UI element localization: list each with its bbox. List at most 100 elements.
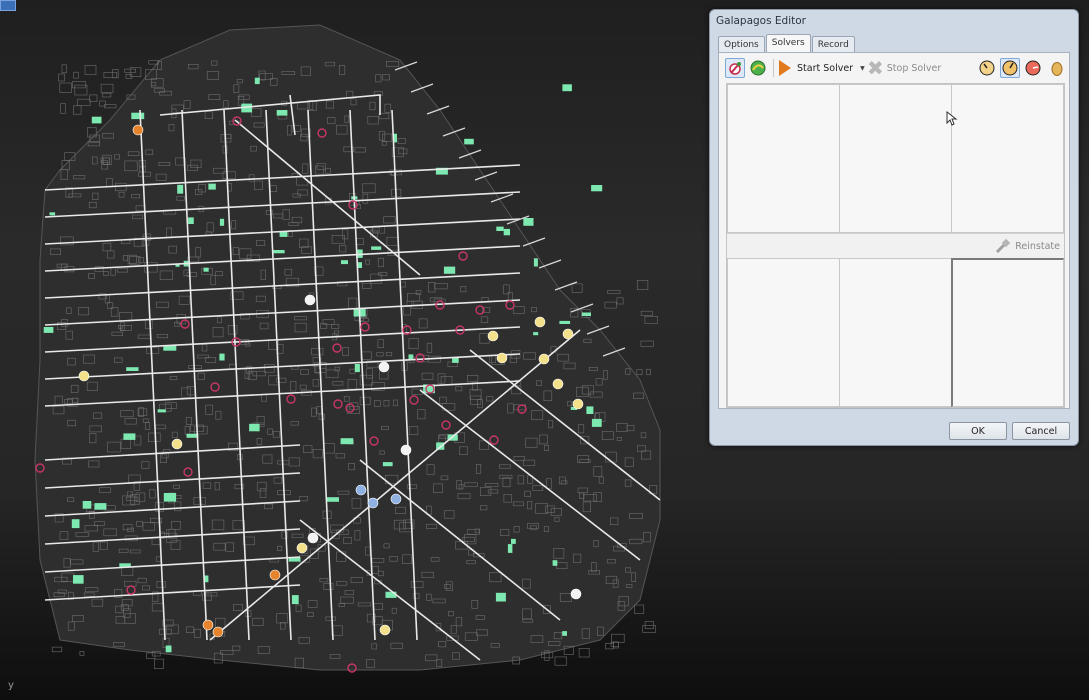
tab-solvers[interactable]: Solvers: [765, 34, 811, 53]
park-area: [291, 595, 299, 605]
view-dial-button[interactable]: [1000, 57, 1020, 79]
park-area: [279, 231, 288, 237]
evolutionary-solver-button[interactable]: [725, 57, 745, 79]
ok-button[interactable]: OK: [949, 422, 1007, 440]
building-block: [73, 71, 79, 79]
stop-solver-button[interactable]: ✖ Stop Solver: [867, 57, 941, 79]
galapagos-editor-window: Galapagos Editor Options Solvers Record …: [709, 9, 1079, 446]
park-area: [340, 438, 354, 445]
building-block: [571, 283, 583, 293]
park-area: [341, 260, 348, 265]
park-area: [94, 503, 107, 510]
park-area: [496, 226, 504, 231]
building-block: [102, 92, 112, 98]
building-block: [73, 105, 82, 115]
location-marker: [552, 378, 564, 390]
view-clock-button[interactable]: [977, 57, 997, 79]
park-area: [591, 185, 603, 192]
location-marker: [355, 484, 367, 496]
annealing-icon: [748, 58, 768, 78]
park-area: [382, 462, 393, 467]
location-marker: [212, 626, 224, 638]
park-area: [157, 409, 166, 413]
location-marker: [78, 370, 90, 382]
location-marker: [202, 619, 214, 631]
building-block: [645, 368, 651, 375]
building-block: [89, 94, 98, 102]
park-area: [49, 212, 56, 216]
building-block: [103, 72, 118, 79]
building-block: [554, 656, 567, 666]
location-marker: [390, 493, 402, 505]
park-area: [208, 183, 216, 190]
park-area: [43, 327, 54, 333]
location-marker: [307, 532, 319, 544]
play-icon: [779, 60, 791, 76]
location-marker: [269, 569, 281, 581]
building-block: [58, 73, 65, 82]
reinstate-icon: [995, 238, 1011, 254]
building-block: [640, 310, 653, 316]
building-block: [77, 98, 91, 106]
solver-toolbar: Start Solver ▼ ✖ Stop Solver: [719, 53, 1069, 83]
park-area: [511, 538, 516, 544]
tab-options[interactable]: Options: [718, 36, 765, 53]
park-area: [533, 332, 539, 336]
park-area: [73, 575, 84, 584]
start-solver-button[interactable]: Start Solver ▼: [779, 57, 865, 79]
park-area: [495, 592, 506, 602]
building-block: [610, 633, 625, 643]
park-area: [219, 353, 225, 361]
location-marker: [296, 542, 308, 554]
park-area: [503, 228, 510, 236]
park-area: [177, 184, 184, 194]
building-block: [578, 647, 590, 658]
cancel-button[interactable]: Cancel: [1012, 422, 1070, 440]
building-block: [644, 621, 654, 629]
world-axis-label: y: [8, 680, 14, 691]
reinstate-button[interactable]: Reinstate: [995, 237, 1060, 255]
dropdown-arrow-icon[interactable]: ▼: [860, 65, 865, 72]
park-area: [591, 418, 602, 427]
mouse-cursor-icon: [946, 111, 958, 126]
location-marker: [171, 438, 183, 450]
park-area: [219, 218, 225, 226]
location-marker: [400, 444, 412, 456]
park-area: [71, 519, 80, 529]
annealing-solver-button[interactable]: [748, 57, 768, 79]
clock-icon: [977, 58, 997, 78]
park-area: [354, 364, 360, 373]
park-area: [371, 246, 382, 250]
view-gauge-button[interactable]: [1023, 57, 1043, 79]
building-block: [61, 64, 67, 74]
building-block: [644, 315, 658, 324]
editor-tabs: Options Solvers Record: [718, 34, 856, 53]
location-marker: [132, 124, 144, 136]
viewport-corner-widget[interactable]: [0, 0, 16, 11]
location-marker: [304, 294, 316, 306]
park-area: [586, 406, 594, 414]
building-block: [636, 369, 643, 376]
solvers-panel: Start Solver ▼ ✖ Stop Solver Reinstate: [718, 52, 1070, 409]
building-block: [100, 83, 114, 93]
egg-button[interactable]: [1047, 57, 1067, 79]
park-area: [326, 497, 339, 502]
window-title: Galapagos Editor: [716, 15, 806, 27]
building-block: [607, 290, 621, 294]
park-area: [123, 433, 136, 440]
gauge-icon: [1023, 58, 1043, 78]
toolbar-separator: [773, 59, 774, 77]
building-block: [79, 650, 85, 656]
start-solver-label: Start Solver: [797, 62, 854, 74]
location-marker: [538, 353, 550, 365]
location-marker: [487, 330, 499, 342]
location-marker: [570, 588, 582, 600]
solver-output-grid: Reinstate: [726, 83, 1065, 408]
tab-record[interactable]: Record: [811, 36, 855, 53]
building-block: [51, 646, 63, 653]
building-block: [613, 641, 619, 649]
location-marker: [562, 328, 574, 340]
solution-list-cell-3: [951, 258, 1064, 407]
park-area: [249, 423, 260, 432]
stop-solver-label: Stop Solver: [886, 62, 942, 74]
